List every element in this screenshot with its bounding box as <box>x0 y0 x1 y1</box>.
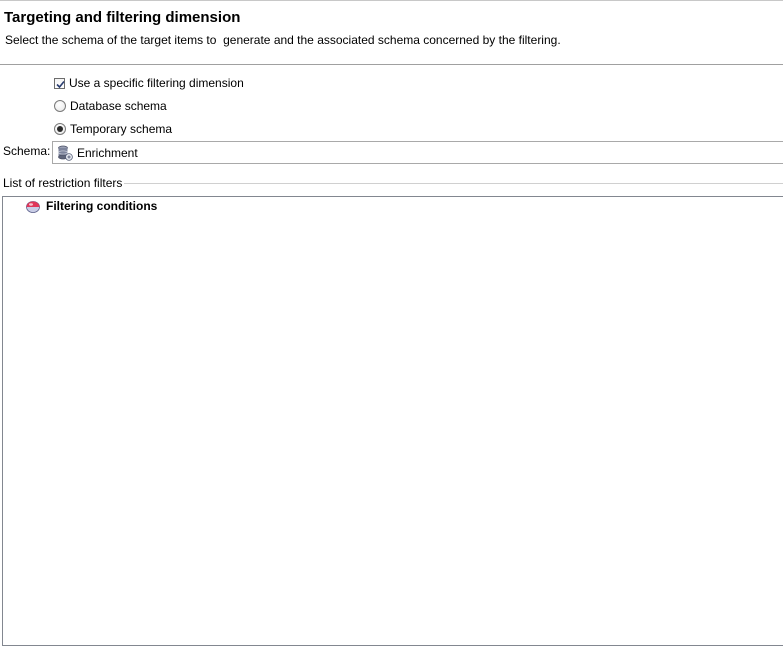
temporary-schema-option[interactable]: Temporary schema <box>54 121 172 137</box>
checkmark-icon <box>56 80 65 88</box>
temporary-schema-label: Temporary schema <box>70 122 173 136</box>
use-specific-dimension-checkbox[interactable] <box>54 77 65 89</box>
tree-node-label: Filtering conditions <box>46 199 158 213</box>
tree-node-filtering-conditions[interactable]: Filtering conditions <box>25 198 157 214</box>
filter-conditions-icon <box>26 201 40 213</box>
temporary-schema-radio[interactable] <box>54 123 66 135</box>
schema-label: Schema: <box>3 144 51 158</box>
use-specific-dimension-label: Use a specific filtering dimension <box>69 76 244 90</box>
restriction-filters-tree[interactable]: Filtering conditions <box>2 196 783 646</box>
database-schema-radio[interactable] <box>54 100 66 112</box>
radio-selected-dot <box>57 126 63 132</box>
wizard-header: Targeting and filtering dimension Select… <box>0 0 783 65</box>
schema-value: Enrichment <box>77 145 138 160</box>
database-schema-icon <box>57 145 73 161</box>
database-schema-label: Database schema <box>70 99 167 113</box>
page-title: Targeting and filtering dimension <box>4 9 241 26</box>
use-specific-dimension-option[interactable]: Use a specific filtering dimension <box>54 75 244 91</box>
filters-group-divider <box>123 183 783 184</box>
schema-field[interactable]: Enrichment <box>52 141 783 164</box>
database-schema-option[interactable]: Database schema <box>54 98 167 114</box>
filters-group-label: List of restriction filters <box>3 176 125 190</box>
page-description: Select the schema of the target items to… <box>5 33 561 47</box>
